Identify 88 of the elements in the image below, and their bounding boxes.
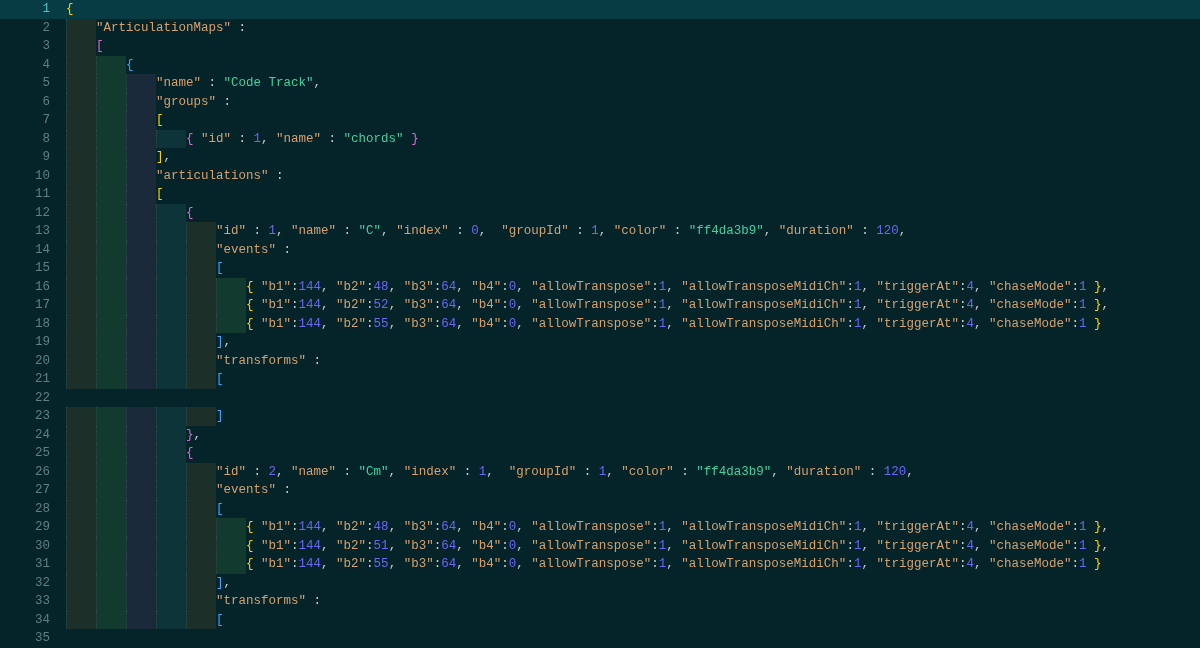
line-number: 15 (34, 260, 50, 277)
indent-band (156, 203, 186, 222)
code-line: { (186, 445, 194, 462)
line-number: 13 (34, 223, 50, 240)
code-line: [ (216, 371, 224, 388)
code-line: [ (216, 500, 224, 518)
code-line: { "b1":144, "b2":52, "b3":64, "b4":0, "allowTranspose":1, "allowTransposeMidiCh":1, "triggerAt":4, "chaseMode":1 }, (246, 297, 1110, 314)
line-number: 33 (34, 593, 50, 610)
indent-band (216, 518, 246, 537)
code-line: [ (156, 186, 164, 203)
code-line: { "id" : 1, "name" : "chords" } (186, 130, 419, 148)
code-line: ], (216, 334, 232, 351)
line-number: 31 (34, 556, 50, 573)
line-number: 35 (34, 630, 50, 647)
indent-band (186, 407, 216, 426)
indent-band (96, 370, 126, 389)
line-number: 20 (34, 352, 50, 370)
indent-band (216, 277, 246, 296)
line-number: 26 (34, 463, 50, 481)
indent-band (66, 370, 96, 389)
line-number: 16 (34, 278, 50, 296)
code-line: ], (156, 149, 172, 166)
code-line: { "b1":144, "b2":48, "b3":64, "b4":0, "allowTranspose":1, "allowTransposeMidiCh":1, "triggerAt":4, "chaseMode":1 }, (246, 519, 1110, 536)
indent-band (156, 407, 186, 426)
line-number: 8 (41, 130, 50, 148)
code-line: "id" : 2, "name" : "Cm", "index" : 1, "groupId" : 1, "color" : "ff4da3b9", "duration" : 120, (216, 463, 914, 481)
line-number: 17 (34, 297, 50, 314)
line-number: 22 (34, 389, 50, 407)
code-line: { (126, 56, 134, 74)
indent-band (126, 74, 156, 93)
code-line: "ArticulationMaps" : (96, 19, 247, 37)
indent-band (96, 55, 126, 74)
line-number: 6 (41, 93, 50, 111)
code-line: "events" : (216, 482, 292, 499)
code-line: "articulations" : (156, 167, 284, 185)
line-number: 28 (34, 500, 50, 518)
code-line: "name" : "Code Track", (156, 75, 322, 92)
code-line: { (186, 204, 194, 222)
line-number: 25 (34, 445, 50, 462)
line-number: 9 (41, 149, 50, 166)
indent-band (126, 407, 156, 426)
indent-band (186, 370, 216, 389)
code-line: "id" : 1, "name" : "C", "index" : 0, "groupId" : 1, "color" : "ff4da3b9", "duration" : 120, (216, 223, 907, 240)
line-number: 24 (34, 426, 50, 444)
line-number: 21 (34, 371, 50, 388)
code-line: { (66, 1, 74, 18)
line-number: 4 (41, 56, 50, 74)
code-line: "events" : (216, 241, 292, 259)
indent-band (186, 222, 216, 241)
code-line: [ (96, 38, 104, 55)
line-number: 1 (41, 1, 50, 18)
indent-band (96, 407, 126, 426)
code-line: ] (216, 408, 224, 425)
line-number: 30 (34, 537, 50, 555)
indent-band (156, 370, 186, 389)
code-line: [ (156, 112, 164, 129)
line-number: 29 (34, 519, 50, 536)
line-number: 11 (34, 186, 50, 203)
line-number: 3 (41, 38, 50, 55)
code-line: [ (216, 611, 224, 629)
code-line: }, (186, 426, 202, 444)
code-line: "transforms" : (216, 352, 322, 370)
line-number: 7 (41, 112, 50, 129)
line-number: 18 (34, 315, 50, 333)
code-line: [ (216, 260, 224, 277)
code-line: "groups" : (156, 93, 232, 111)
line-number: 34 (34, 611, 50, 629)
code-line: { "b1":144, "b2":55, "b3":64, "b4":0, "allowTranspose":1, "allowTransposeMidiCh":1, "triggerAt":4, "chaseMode":1 } (246, 556, 1102, 573)
line-number: 12 (34, 204, 50, 222)
code-editor[interactable] (0, 0, 1200, 648)
code-line: "transforms" : (216, 593, 322, 610)
code-line: { "b1":144, "b2":55, "b3":64, "b4":0, "allowTranspose":1, "allowTransposeMidiCh":1, "triggerAt":4, "chaseMode":1 } (246, 315, 1102, 333)
indent-band (126, 370, 156, 389)
line-number: 14 (34, 241, 50, 259)
indent-band (156, 129, 186, 148)
code-line: { "b1":144, "b2":48, "b3":64, "b4":0, "allowTranspose":1, "allowTransposeMidiCh":1, "triggerAt":4, "chaseMode":1 }, (246, 278, 1110, 296)
code-line: ], (216, 574, 232, 592)
indent-band (216, 555, 246, 574)
indent-band (186, 462, 216, 481)
code-line: { "b1":144, "b2":51, "b3":64, "b4":0, "allowTranspose":1, "allowTransposeMidiCh":1, "triggerAt":4, "chaseMode":1 }, (246, 537, 1110, 555)
line-number: 10 (34, 167, 50, 185)
line-number: 23 (34, 408, 50, 425)
line-number: 27 (34, 482, 50, 499)
line-number: 5 (41, 75, 50, 92)
line-number: 32 (34, 574, 50, 592)
line-number: 2 (41, 19, 50, 37)
indent-band (66, 407, 96, 426)
line-number: 19 (34, 334, 50, 351)
